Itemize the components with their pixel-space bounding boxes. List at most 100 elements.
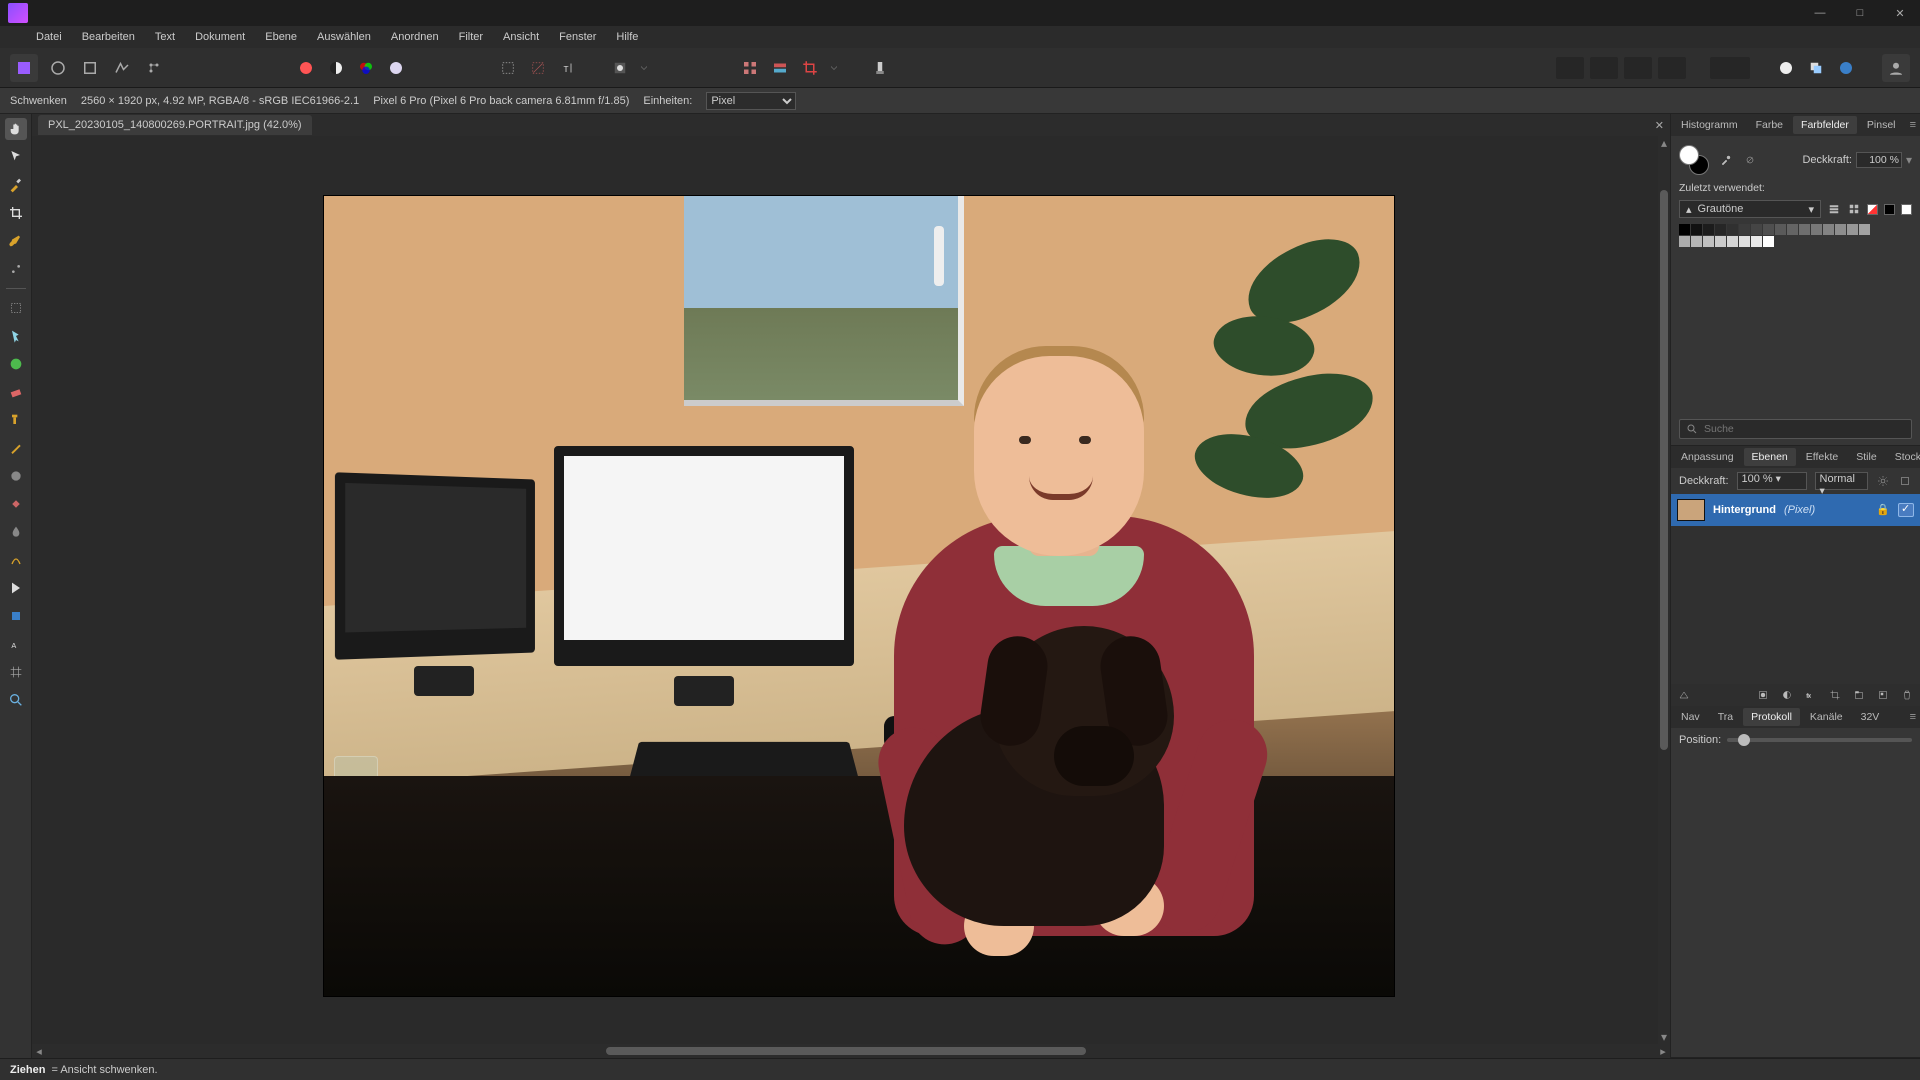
menu-ansicht[interactable]: Ansicht	[503, 31, 539, 43]
tab-stile[interactable]: Stile	[1848, 448, 1884, 466]
add-pixel-icon[interactable]	[1876, 688, 1890, 702]
swatch[interactable]	[1847, 224, 1858, 235]
swatch-grid[interactable]	[1679, 224, 1912, 247]
palette-select[interactable]: ▴Grautöne▾	[1679, 200, 1821, 218]
erase-tool[interactable]	[5, 381, 27, 403]
swatch[interactable]	[1691, 224, 1702, 235]
tab-farbe[interactable]: Farbe	[1748, 116, 1791, 134]
tab-stock[interactable]: Stock	[1887, 448, 1920, 466]
delete-icon[interactable]	[1900, 688, 1914, 702]
hand-tool[interactable]	[5, 118, 27, 140]
swatch[interactable]	[1823, 224, 1834, 235]
persona-develop-icon[interactable]	[78, 56, 102, 80]
swatch[interactable]	[1691, 236, 1702, 247]
tab-effekte[interactable]: Effekte	[1798, 448, 1847, 466]
tab-nav[interactable]: Nav	[1673, 708, 1708, 726]
history-slider[interactable]	[1727, 738, 1912, 742]
crop-assist-icon[interactable]	[798, 56, 822, 80]
flood-select-tool[interactable]	[5, 325, 27, 347]
layers-list[interactable]: Hintergrund (Pixel) 🔒	[1671, 494, 1920, 684]
swatch[interactable]	[1763, 236, 1774, 247]
quickmask-icon[interactable]	[608, 56, 632, 80]
maximize-button[interactable]: □	[1840, 0, 1880, 26]
tab-transform[interactable]: Tra	[1710, 708, 1741, 726]
tab-protokoll[interactable]: Protokoll	[1743, 708, 1800, 726]
menu-hilfe[interactable]: Hilfe	[616, 31, 638, 43]
marquee-tool[interactable]	[5, 297, 27, 319]
account-icon[interactable]	[1882, 54, 1910, 82]
mask-icon[interactable]	[1756, 688, 1770, 702]
persona-export-icon[interactable]	[142, 56, 166, 80]
order-button[interactable]	[1710, 57, 1750, 79]
swatch-none-icon[interactable]	[1867, 204, 1878, 215]
panel-menu-icon[interactable]: ≡	[1910, 119, 1916, 131]
live-stack-icon[interactable]	[1834, 56, 1858, 80]
layers-opacity-input[interactable]: 100 % ▾	[1737, 472, 1807, 490]
tab-kanaele[interactable]: Kanäle	[1802, 708, 1851, 726]
swatch[interactable]	[1835, 224, 1846, 235]
healing-tool[interactable]	[5, 493, 27, 515]
palette-view-list-icon[interactable]	[1827, 202, 1841, 216]
tab-histogramm[interactable]: Histogramm	[1673, 116, 1746, 134]
gear-icon[interactable]	[1876, 474, 1890, 488]
menu-anordnen[interactable]: Anordnen	[391, 31, 439, 43]
rgb-icon[interactable]	[354, 56, 378, 80]
horizontal-scrollbar[interactable]: ◂▸	[32, 1044, 1670, 1058]
layer-row[interactable]: Hintergrund (Pixel) 🔒	[1671, 494, 1920, 526]
foreground-background-color[interactable]	[1679, 145, 1709, 175]
swatch[interactable]	[1811, 224, 1822, 235]
pencil-tool[interactable]	[5, 258, 27, 280]
swatch[interactable]	[1751, 236, 1762, 247]
tab-anpassung[interactable]: Anpassung	[1673, 448, 1742, 466]
visibility-checkbox[interactable]	[1898, 503, 1914, 517]
crop-tool[interactable]	[5, 202, 27, 224]
brush-tool[interactable]	[5, 230, 27, 252]
align-center-button[interactable]	[1590, 57, 1618, 79]
soft-proof-icon[interactable]	[384, 56, 408, 80]
align-justify-button[interactable]	[1658, 57, 1686, 79]
align-left-button[interactable]	[1556, 57, 1584, 79]
align-right-button[interactable]	[1624, 57, 1652, 79]
menu-ebene[interactable]: Ebene	[265, 31, 297, 43]
menu-bearbeiten[interactable]: Bearbeiten	[82, 31, 135, 43]
dropdown-icon[interactable]: ▾	[1906, 153, 1912, 167]
persona-photo-icon[interactable]	[10, 54, 38, 82]
assistant-icon[interactable]	[868, 56, 892, 80]
group-icon[interactable]	[1852, 688, 1866, 702]
color-wheel-icon[interactable]	[294, 56, 318, 80]
dropdown-icon[interactable]	[828, 56, 840, 80]
swatch[interactable]	[1739, 224, 1750, 235]
swatch[interactable]	[1715, 224, 1726, 235]
layers-blend-select[interactable]: Normal ▾	[1815, 472, 1868, 490]
no-color-icon[interactable]	[1743, 153, 1757, 167]
swatch[interactable]	[1727, 236, 1738, 247]
vector-tool[interactable]	[5, 577, 27, 599]
panel-menu-icon[interactable]: ≡	[1910, 711, 1916, 723]
context-units-select[interactable]: Pixel	[706, 92, 796, 110]
add-layer-icon[interactable]	[1774, 56, 1798, 80]
persona-tone-icon[interactable]	[110, 56, 134, 80]
grid-arrange-icon[interactable]	[738, 56, 762, 80]
swatch-search-input[interactable]	[1704, 423, 1905, 435]
zoom-tool[interactable]	[5, 689, 27, 711]
swatch[interactable]	[1739, 236, 1750, 247]
fx-icon[interactable]: fx	[1804, 688, 1818, 702]
eyedropper-icon[interactable]	[1719, 153, 1733, 167]
stack-arrange-icon[interactable]	[768, 56, 792, 80]
tab-ebenen[interactable]: Ebenen	[1744, 448, 1796, 466]
swatch[interactable]	[1751, 224, 1762, 235]
selection-text-icon[interactable]: T	[556, 56, 580, 80]
menu-datei[interactable]: Datei	[36, 31, 62, 43]
menu-fenster[interactable]: Fenster	[559, 31, 596, 43]
lock-icon[interactable]: 🔒	[1876, 503, 1890, 517]
clone-tool[interactable]	[5, 409, 27, 431]
move-tool[interactable]	[5, 146, 27, 168]
vertical-scrollbar[interactable]: ▴▾	[1658, 136, 1670, 1044]
canvas-viewport[interactable]: PsPs	[32, 136, 1670, 1044]
swatch[interactable]	[1859, 224, 1870, 235]
selection-new-icon[interactable]	[496, 56, 520, 80]
swatch-black-icon[interactable]	[1884, 204, 1895, 215]
swatch[interactable]	[1787, 224, 1798, 235]
tab-farbfelder[interactable]: Farbfelder	[1793, 116, 1857, 134]
minimize-button[interactable]: —	[1800, 0, 1840, 26]
